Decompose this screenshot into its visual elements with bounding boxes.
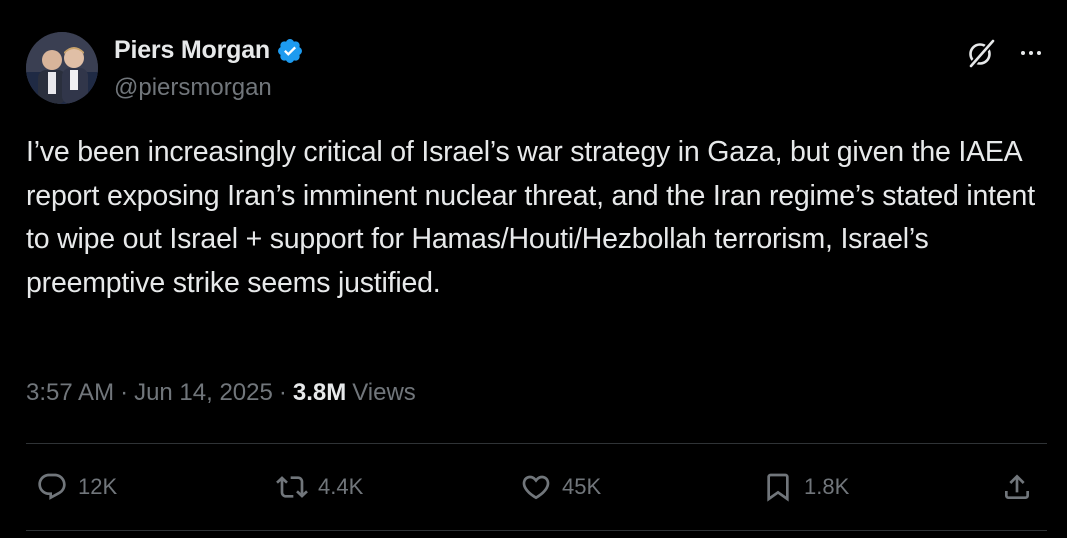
retweet-count: 4.4K	[318, 474, 364, 499]
author-name-row: Piers Morgan	[114, 36, 304, 65]
divider	[26, 530, 1047, 531]
verified-badge-icon[interactable]	[276, 37, 304, 65]
reply-count: 12K	[78, 474, 118, 499]
views-count[interactable]: 3.8M	[293, 379, 346, 407]
tweet-meta: 3:57 AM · Jun 14, 2025 · 3.8M Views	[26, 379, 416, 407]
retweet-button[interactable]: 4.4K	[276, 470, 363, 504]
tweet-text: I’ve been increasingly critical of Israe…	[26, 136, 1043, 299]
more-icon	[1021, 51, 1025, 55]
heart-icon	[522, 475, 550, 500]
share-button[interactable]	[1001, 470, 1033, 504]
retweet-icon	[276, 476, 308, 498]
bookmark-button[interactable]: 1.8K	[762, 470, 849, 504]
author-handle[interactable]: @piersmorgan	[114, 74, 272, 102]
like-button[interactable]: 45K	[520, 470, 601, 504]
author-display-name[interactable]: Piers Morgan	[114, 36, 270, 65]
grok-icon	[969, 39, 996, 68]
meta-separator: ·	[278, 379, 287, 406]
tweet-time[interactable]: 3:57 AM	[26, 379, 114, 407]
meta-separator: ·	[120, 379, 129, 406]
like-count: 45K	[562, 474, 602, 499]
grok-button[interactable]	[964, 36, 998, 70]
bookmark-icon	[767, 473, 789, 502]
more-options-button[interactable]	[1014, 36, 1048, 70]
share-icon	[1005, 474, 1029, 499]
avatar[interactable]	[26, 32, 98, 104]
views-label: Views	[352, 379, 416, 406]
reply-button[interactable]: 12K	[36, 470, 117, 504]
avatar-image	[26, 32, 98, 104]
bookmark-count: 1.8K	[804, 474, 850, 499]
reply-icon	[38, 473, 66, 500]
tweet-date[interactable]: Jun 14, 2025	[134, 379, 273, 407]
divider	[26, 443, 1047, 444]
tweet-card: Piers Morgan @piersmorgan I’ve been incr…	[0, 0, 1067, 538]
